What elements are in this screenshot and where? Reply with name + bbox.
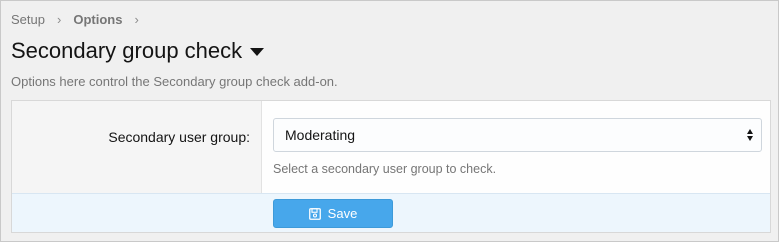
select-arrows-icon (747, 129, 753, 141)
breadcrumb-separator-icon: › (56, 12, 62, 27)
save-button[interactable]: Save (273, 199, 393, 228)
breadcrumb-setup[interactable]: Setup (11, 12, 45, 27)
breadcrumb: Setup › Options › (11, 12, 151, 27)
page-description: Options here control the Secondary group… (11, 74, 338, 89)
secondary-user-group-label: Secondary user group: (108, 129, 250, 145)
save-button-label: Save (327, 206, 358, 221)
floppy-disk-icon (308, 207, 321, 220)
page-frame: Setup › Options › Secondary group check … (0, 0, 779, 242)
caret-down-icon[interactable] (250, 48, 265, 56)
options-form: Secondary user group: Moderating Select … (11, 100, 771, 233)
breadcrumb-separator-icon: › (134, 12, 139, 27)
label-column: Secondary user group: (12, 101, 262, 193)
form-footer: Save (12, 193, 770, 232)
secondary-user-group-select[interactable]: Moderating (273, 118, 762, 152)
title-row[interactable]: Secondary group check (11, 38, 265, 64)
select-hint: Select a secondary user group to check. (273, 162, 497, 176)
page-title: Secondary group check (11, 38, 243, 63)
select-value: Moderating (285, 127, 356, 143)
breadcrumb-options[interactable]: Options (73, 12, 122, 27)
